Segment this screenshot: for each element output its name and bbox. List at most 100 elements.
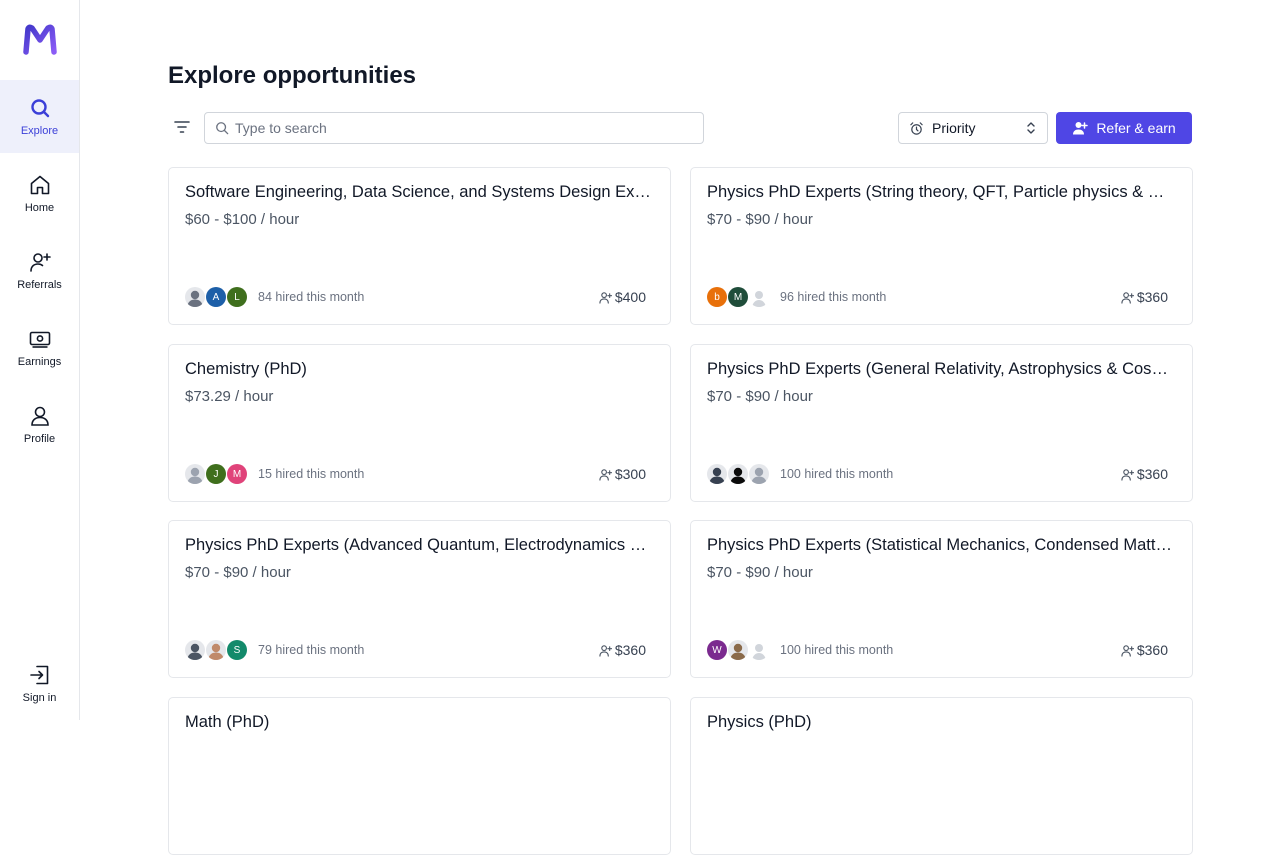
referral-bonus-amount: $360 <box>1136 642 1168 658</box>
avatar-photo <box>185 640 205 660</box>
referral-bonus-icon <box>1121 291 1137 304</box>
search-icon <box>216 122 229 135</box>
opportunity-card[interactable]: Chemistry (PhD) $73.29 / hour J M 15 hired t… <box>168 344 671 502</box>
referral-bonus-icon <box>599 291 615 304</box>
card-title: Physics (PhD) <box>707 713 812 731</box>
refer-and-earn-button[interactable]: Refer & earn <box>1056 112 1192 144</box>
referral-bonus-icon <box>599 644 615 657</box>
avatar-placeholder-icon <box>749 640 769 660</box>
referral-bonus: $360 <box>1121 289 1168 305</box>
avatar-photo <box>707 464 727 484</box>
hired-count: 96 hired this month <box>780 290 887 304</box>
opportunity-card[interactable]: Software Engineering, Data Science, and … <box>168 167 671 325</box>
refer-and-earn-label: Refer & earn <box>1096 120 1176 136</box>
sort-select[interactable]: Priority <box>898 112 1048 144</box>
user-plus-icon <box>1073 122 1089 135</box>
avatar: A <box>206 287 226 307</box>
card-rate: $70 - $90 / hour <box>185 564 291 581</box>
avatar-group: AL <box>185 287 248 307</box>
card-title: Math (PhD) <box>185 713 270 731</box>
avatar-group: W <box>707 640 770 660</box>
card-title: Software Engineering, Data Science, and … <box>185 183 655 201</box>
referral-bonus-icon <box>599 468 615 481</box>
avatar-photo <box>728 640 748 660</box>
alarm-clock-icon <box>910 121 923 135</box>
avatar-group: JM <box>185 464 248 484</box>
user-icon <box>30 406 49 426</box>
opportunity-card[interactable]: Physics (PhD) <box>690 697 1193 855</box>
referral-bonus-amount: $360 <box>614 642 646 658</box>
nav-label-sign-in: Sign in <box>22 692 57 704</box>
avatar-placeholder-icon <box>749 287 769 307</box>
card-footer: A L 84 hired this month $400 <box>185 287 646 307</box>
avatar-group: S <box>185 640 248 660</box>
card-title: Chemistry (PhD) <box>185 360 307 378</box>
nav-home[interactable]: Home <box>0 157 79 230</box>
referral-bonus-icon <box>1121 644 1137 657</box>
nav-profile[interactable]: Profile <box>0 388 79 461</box>
card-title: Physics PhD Experts (String theory, QFT,… <box>707 183 1177 201</box>
app-logo[interactable] <box>22 24 58 56</box>
hired-count: 100 hired this month <box>780 643 894 657</box>
hired-count: 100 hired this month <box>780 467 894 481</box>
avatar: W <box>707 640 727 660</box>
referral-bonus: $300 <box>599 466 646 482</box>
nav-sign-in[interactable]: Sign in <box>0 647 79 720</box>
card-rate: $73.29 / hour <box>185 388 274 405</box>
avatar: J <box>206 464 226 484</box>
card-rate: $70 - $90 / hour <box>707 388 813 405</box>
sort-select-value: Priority <box>932 120 976 136</box>
nav-label-home: Home <box>24 202 55 214</box>
referral-bonus-amount: $300 <box>614 466 646 482</box>
nav-earnings[interactable]: Earnings <box>0 311 79 384</box>
opportunity-card[interactable]: Physics PhD Experts (Statistical Mechani… <box>690 520 1193 678</box>
card-rate: $70 - $90 / hour <box>707 211 813 228</box>
referral-bonus: $360 <box>1121 642 1168 658</box>
filter-button[interactable] <box>172 117 192 137</box>
card-footer: J M 15 hired this month $300 <box>185 464 646 484</box>
card-rate: $60 - $100 / hour <box>185 211 300 228</box>
hired-count: 15 hired this month <box>258 467 365 481</box>
opportunity-card[interactable]: Physics PhD Experts (General Relativity,… <box>690 344 1193 502</box>
nav-referrals[interactable]: Referrals <box>0 234 79 307</box>
money-icon <box>29 331 50 348</box>
search-input[interactable] <box>235 120 675 136</box>
card-title: Physics PhD Experts (General Relativity,… <box>707 360 1177 378</box>
user-plus-icon <box>29 253 51 272</box>
nav-explore[interactable]: Explore <box>0 80 79 153</box>
referral-bonus: $400 <box>599 289 646 305</box>
avatar-group: bM <box>707 287 770 307</box>
home-icon <box>30 175 49 195</box>
opportunity-card[interactable]: Math (PhD) <box>168 697 671 855</box>
avatar: M <box>227 464 247 484</box>
referral-bonus-amount: $400 <box>614 289 646 305</box>
avatar-photo <box>185 464 205 484</box>
avatar: L <box>227 287 247 307</box>
referral-bonus: $360 <box>599 642 646 658</box>
main-content: Explore opportunities Priority Refer & e… <box>168 0 1193 855</box>
avatar-group <box>707 464 770 484</box>
referral-bonus: $360 <box>1121 466 1168 482</box>
filter-icon <box>174 121 190 133</box>
sign-in-icon <box>29 665 48 685</box>
chevron-up-down-icon <box>1027 122 1035 134</box>
avatar: M <box>728 287 748 307</box>
card-footer: 100 hired this month $360 <box>707 464 1168 484</box>
opportunity-card[interactable]: Physics PhD Experts (Advanced Quantum, E… <box>168 520 671 678</box>
referral-bonus-icon <box>1121 468 1137 481</box>
hired-count: 79 hired this month <box>258 643 365 657</box>
sidebar: Explore Home Referrals Earnings Profile … <box>0 0 80 720</box>
nav-label-referrals: Referrals <box>17 279 62 291</box>
search-box <box>204 112 704 144</box>
avatar-photo <box>206 640 226 660</box>
search-icon <box>30 99 49 118</box>
hired-count: 84 hired this month <box>258 290 365 304</box>
opportunity-card[interactable]: Physics PhD Experts (String theory, QFT,… <box>690 167 1193 325</box>
nav-label-earnings: Earnings <box>17 356 62 368</box>
referral-bonus-amount: $360 <box>1136 466 1168 482</box>
card-footer: S 79 hired this month $360 <box>185 640 646 660</box>
card-title: Physics PhD Experts (Advanced Quantum, E… <box>185 536 655 554</box>
avatar: b <box>707 287 727 307</box>
avatar: S <box>227 640 247 660</box>
avatar-photo <box>749 464 769 484</box>
